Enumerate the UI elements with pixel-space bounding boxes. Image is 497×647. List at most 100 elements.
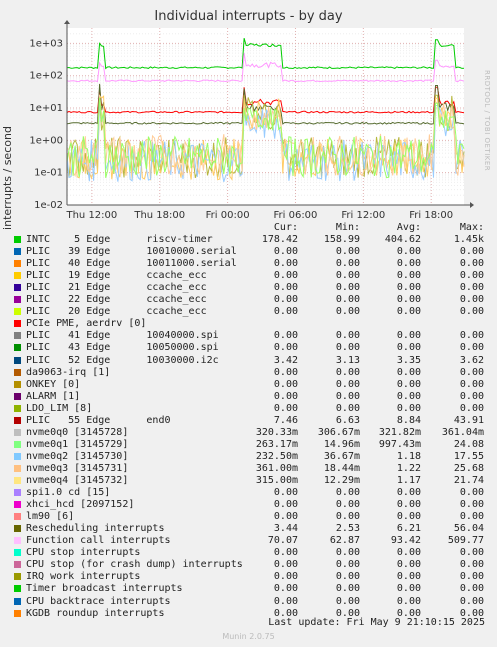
legend-avg-value: 404.62 <box>384 234 421 245</box>
legend-avg-value: 0.00 <box>396 330 421 342</box>
legend-cur-value: 0.00 <box>273 306 298 318</box>
legend-avg-value: 0.00 <box>396 246 421 258</box>
legend-min-value: 0.00 <box>335 402 360 414</box>
x-tick-label: Fri 18:00 <box>409 210 453 221</box>
legend-min-value: 36.67m <box>323 450 360 462</box>
y-tick-label: 1e-01 <box>34 168 63 179</box>
legend-avg-value: 0.00 <box>396 559 421 571</box>
legend-min-value: 0.00 <box>335 246 360 258</box>
legend-series-name: Function call interrupts <box>26 535 171 547</box>
legend-avg-value: 0.00 <box>396 294 421 306</box>
legend-series-name: nvme0q1 [3145729] <box>26 438 129 450</box>
y-tick-label: 1e+03 <box>29 38 63 49</box>
legend-avg-value: 321.82m <box>378 426 421 438</box>
legend-series-name: nvme0q2 [3145730] <box>26 450 129 462</box>
legend-min-value: 0.00 <box>335 511 360 523</box>
legend-min-value: 0.00 <box>335 330 360 342</box>
legend-series-name: PLIC 43 Edge 10050000.spi <box>26 342 219 354</box>
legend-header-min: Min: <box>335 222 360 233</box>
legend-avg-value: 0.00 <box>396 583 421 595</box>
legend-swatch <box>14 585 21 593</box>
legend-swatch <box>14 248 21 256</box>
legend-series-name: PLIC 21 Edge ccache_ecc <box>26 282 207 294</box>
legend-row: Function call interrupts 70.07 62.87 93.42 5… <box>0 535 497 547</box>
legend-cur-value: 0.00 <box>273 547 298 559</box>
legend-max-value: 0.00 <box>459 330 484 342</box>
legend-avg-value: 997.43m <box>378 438 421 450</box>
legend-max-value: 0.00 <box>459 366 484 378</box>
x-tick-label: Thu 12:00 <box>65 210 117 221</box>
legend-series-name: CPU backtrace interrupts <box>26 595 171 607</box>
legend-swatch <box>14 392 21 400</box>
legend-max-value: 24.08 <box>453 438 484 450</box>
legend-series-name: PLIC 19 Edge ccache_ecc <box>26 270 207 282</box>
legend-swatch <box>14 380 21 388</box>
plot-background <box>67 28 464 205</box>
legend-avg-value: 1.17 <box>396 475 421 486</box>
legend-avg-value: 6.21 <box>396 523 421 535</box>
legend-min-value: 62.87 <box>329 535 360 547</box>
legend-series-name: PLIC 20 Edge ccache_ecc <box>26 306 207 318</box>
legend-min-value: 306.67m <box>317 426 360 438</box>
legend-max-value: 361.04m <box>441 426 484 438</box>
legend-series-name: PCIe PME, aerdrv [0] <box>26 318 147 330</box>
y-tick-label: 1e-02 <box>34 200 63 211</box>
legend-swatch <box>14 489 21 497</box>
legend-row: PLIC 55 Edge end0 7.46 6.63 8.84 43.91 <box>0 415 497 427</box>
legend-series-name: spi1.0 cd [15] <box>26 487 111 499</box>
legend-series-name: PLIC 40 Edge 10011000.serial <box>26 258 237 270</box>
legend-cur-value: 232.50m <box>255 450 298 462</box>
legend-series-name: PLIC 52 Edge 10030000.i2c <box>26 354 219 366</box>
legend-series-name: ONKEY [0] <box>26 378 81 390</box>
legend-swatch <box>14 549 21 557</box>
legend-swatch <box>14 344 21 352</box>
legend-row: ALARM [1] 0.00 0.00 0.00 0.00 <box>0 391 497 403</box>
legend-max-value: 0.00 <box>459 378 484 390</box>
legend-swatch <box>14 368 21 376</box>
legend-cur-value: 0.00 <box>273 294 298 306</box>
legend-min-value: 6.63 <box>335 414 360 426</box>
legend-avg-value: 0.00 <box>396 366 421 378</box>
legend-row: ONKEY [0] 0.00 0.00 0.00 0.00 <box>0 379 497 391</box>
legend-series-name: IRQ work interrupts <box>26 571 141 583</box>
legend-max-value: 0.00 <box>459 258 484 270</box>
legend-series-name: INTC 5 Edge riscv-timer <box>26 234 213 245</box>
legend-row: Rescheduling interrupts 3.44 2.53 6.21 56.04 <box>0 523 497 535</box>
legend-avg-value: 0.00 <box>396 571 421 583</box>
legend-series-name: nvme0q4 [3145732] <box>26 475 129 486</box>
legend-row: Timer broadcast interrupts 0.00 0.00 0.00 0.… <box>0 583 497 595</box>
legend-cur-value: 0.00 <box>273 499 298 511</box>
legend-row: CPU backtrace interrupts 0.00 0.00 0.00 0.00 <box>0 596 497 608</box>
legend-swatch <box>14 320 21 328</box>
legend-min-value: 0.00 <box>335 583 360 595</box>
y-tick-label: 1e+02 <box>29 71 63 82</box>
legend-swatch <box>14 236 21 243</box>
legend-swatch <box>14 525 21 533</box>
legend-cur-value: 0.00 <box>273 595 298 607</box>
legend-row: PLIC 19 Edge ccache_ecc 0.00 0.00 0.00 0.00 <box>0 270 497 282</box>
legend-cur-value: 320.33m <box>255 426 298 438</box>
x-tick-label: Fri 00:00 <box>206 210 250 221</box>
legend-max-value: 17.55 <box>453 450 484 462</box>
legend-max-value: 0.00 <box>459 402 484 414</box>
munin-version: Munin 2.0.75 <box>222 632 275 641</box>
legend-cur-value: 178.42 <box>261 234 298 245</box>
y-axis-arrow <box>64 20 70 24</box>
legend-series-name: PLIC 41 Edge 10040000.spi <box>26 330 219 342</box>
legend-row: da9063-irq [1] 0.00 0.00 0.00 0.00 <box>0 367 497 379</box>
legend-header-max: Max: <box>459 222 484 233</box>
legend-series-name: PLIC 55 Edge end0 <box>26 414 171 426</box>
x-tick-label: Thu 18:00 <box>133 210 185 221</box>
legend-swatch <box>14 452 21 460</box>
legend-cur-value: 3.42 <box>273 354 298 366</box>
legend-min-value: 2.53 <box>335 523 360 535</box>
legend-min-value: 0.00 <box>335 366 360 378</box>
legend-header-avg: Avg: <box>396 222 421 233</box>
legend-max-value: 0.00 <box>459 595 484 607</box>
legend-cur-value: 315.00m <box>255 475 298 486</box>
legend-cur-value: 0.00 <box>273 366 298 378</box>
legend-avg-value: 0.00 <box>396 487 421 499</box>
legend-max-value: 0.00 <box>459 571 484 583</box>
legend-min-value: 0.00 <box>335 270 360 282</box>
legend-avg-value: 0.00 <box>396 378 421 390</box>
